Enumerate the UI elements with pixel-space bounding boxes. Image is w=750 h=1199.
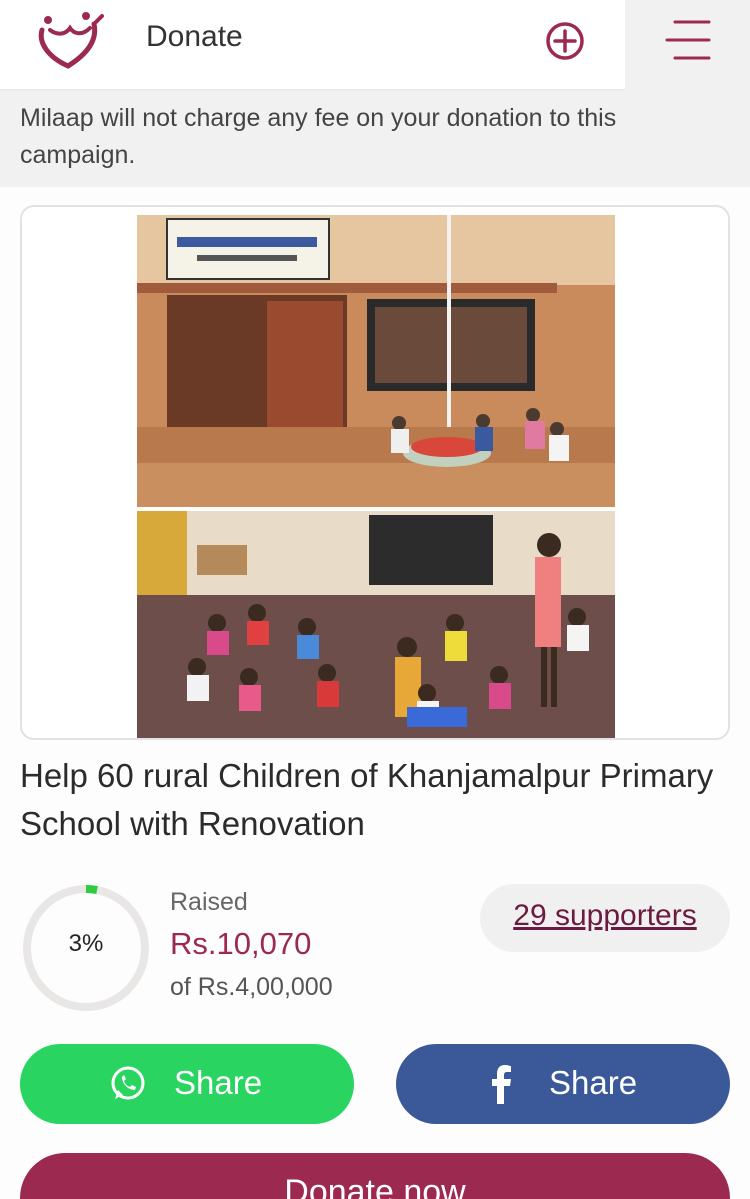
fee-notice: Milaap will not charge any fee on your d… [0,90,750,187]
add-campaign-button[interactable] [540,16,590,66]
campaign-image-card[interactable] [20,205,730,740]
donate-now-button[interactable]: Donate now [20,1153,730,1199]
supporters-link[interactable]: 29 supporters [480,899,730,933]
hamburger-menu-icon [665,20,711,60]
milaap-logo-icon[interactable] [36,10,106,70]
facebook-share-label: Share [549,1064,638,1101]
raised-amount: Rs.10,070 [170,926,312,961]
plus-circle-icon [546,22,584,60]
whatsapp-share-label: Share [174,1064,263,1101]
supporters-button[interactable]: 29 supporters [480,884,730,952]
menu-button[interactable] [625,0,750,90]
campaign-photo [137,215,615,738]
facebook-share-button[interactable]: Share [396,1044,730,1124]
donate-now-label: Donate now [284,1173,466,1199]
fee-notice-text: Milaap will not charge any fee on your d… [20,104,617,169]
facebook-icon [492,1065,511,1104]
whatsapp-share-button[interactable]: Share [20,1044,354,1124]
goal-amount: of Rs.4,00,000 [170,973,333,1001]
campaign-title[interactable]: Help 60 rural Children of Khanjamalpur P… [20,752,730,848]
progress-percent: 3% [68,930,104,957]
app-header: Donate [0,0,750,90]
whatsapp-icon [111,1066,145,1100]
raised-label: Raised [170,888,248,916]
header-title: Donate [146,20,243,53]
